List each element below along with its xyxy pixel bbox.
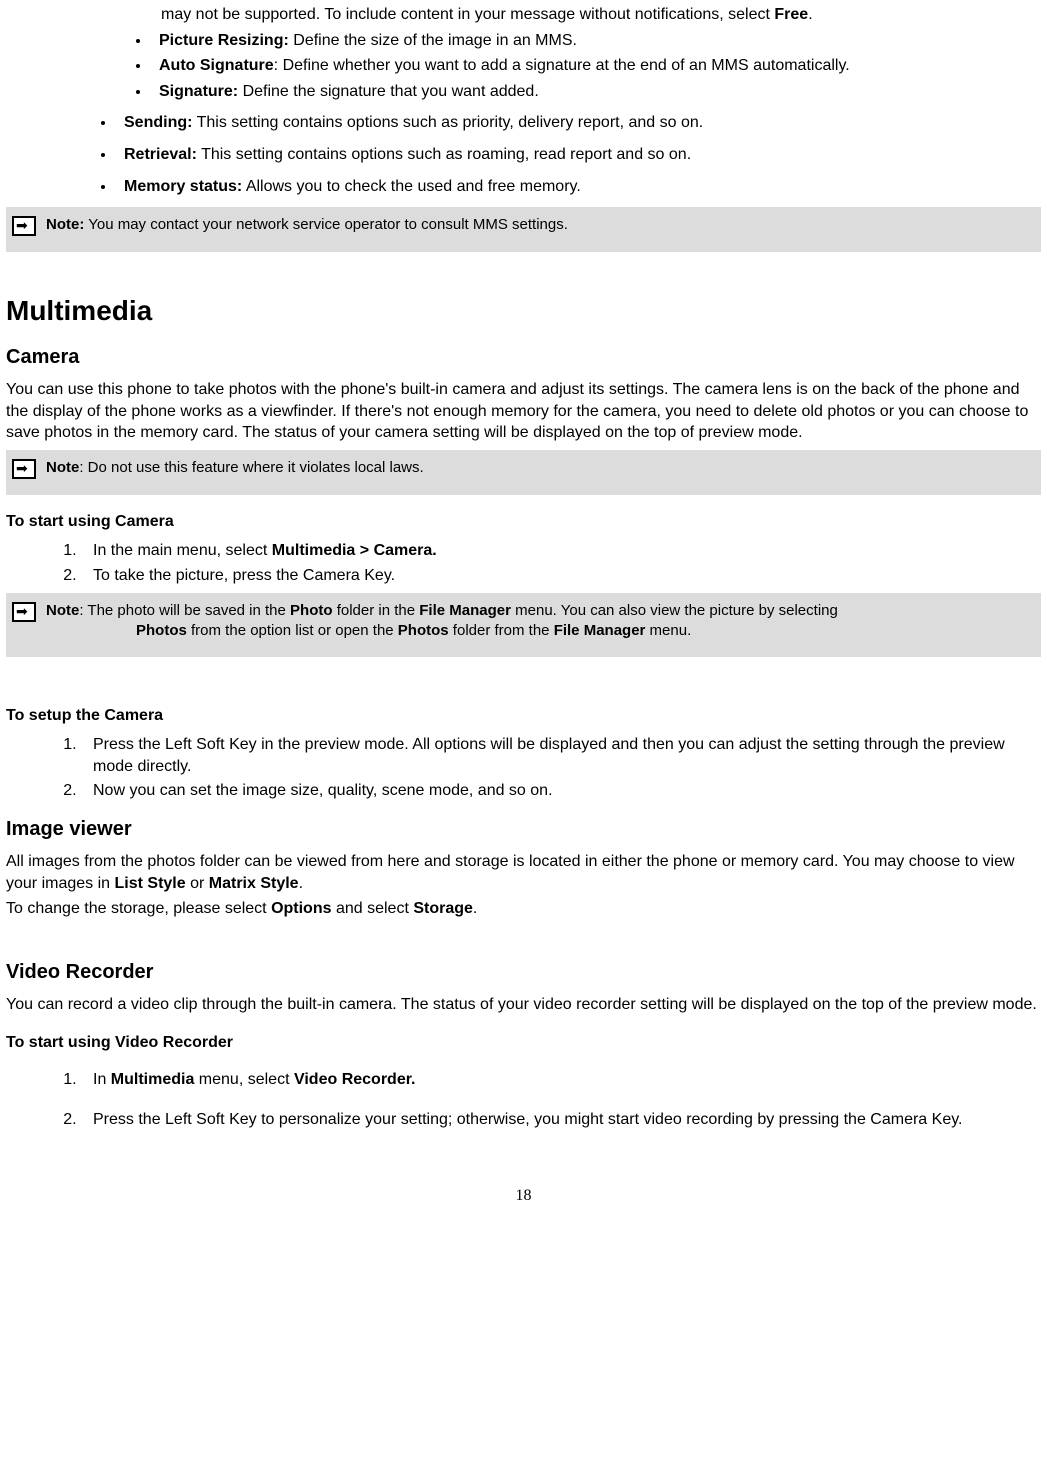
list-item: Press the Left Soft Key in the preview m… xyxy=(81,734,1041,777)
setup-camera-steps: Press the Left Soft Key in the preview m… xyxy=(6,734,1041,802)
note-box: Note: The photo will be saved in the Pho… xyxy=(6,593,1041,658)
note-text: Note: You may contact your network servi… xyxy=(46,215,1035,235)
image-viewer-paragraph-1: All images from the photos folder can be… xyxy=(6,851,1041,894)
bullet-label: Picture Resizing: xyxy=(159,32,289,49)
note-body: : Do not use this feature where it viola… xyxy=(79,459,423,476)
note-label: Note xyxy=(46,602,79,619)
bullet-label: Retrieval: xyxy=(124,146,197,163)
bullet-text: Define the signature that you want added… xyxy=(238,83,539,100)
orphan-bold: Free xyxy=(774,6,808,23)
orphan-line: may not be supported. To include content… xyxy=(161,4,1041,26)
list-item: Sending: This setting contains options s… xyxy=(116,112,1041,134)
bullet-text: This setting contains options such as pr… xyxy=(192,114,703,131)
list-item: To take the picture, press the Camera Ke… xyxy=(81,565,1041,587)
heading-setup-camera: To setup the Camera xyxy=(6,705,1041,727)
note-label: Note: xyxy=(46,216,84,233)
bullet-label: Sending: xyxy=(124,114,192,131)
camera-paragraph: You can use this phone to take photos wi… xyxy=(6,379,1041,444)
image-viewer-paragraph-2: To change the storage, please select Opt… xyxy=(6,898,1041,920)
start-camera-steps: In the main menu, select Multimedia > Ca… xyxy=(6,540,1041,586)
list-item: Signature: Define the signature that you… xyxy=(151,81,1041,103)
heading-video-recorder: Video Recorder xyxy=(6,959,1041,986)
step-text: Now you can set the image size, quality,… xyxy=(93,782,553,799)
heading-camera: Camera xyxy=(6,344,1041,371)
note-icon xyxy=(12,602,36,622)
bullet-label: Memory status: xyxy=(124,178,242,195)
heading-start-camera: To start using Camera xyxy=(6,511,1041,533)
note-icon xyxy=(12,459,36,479)
bullet-text: : Define whether you want to add a signa… xyxy=(274,57,850,74)
orphan-tail: . xyxy=(808,6,812,23)
step-bold: Multimedia > Camera. xyxy=(272,542,437,559)
list-item: Memory status: Allows you to check the u… xyxy=(116,176,1041,198)
step-text: In the main menu, select xyxy=(93,542,272,559)
list-item: In Multimedia menu, select Video Recorde… xyxy=(81,1066,1041,1095)
heading-image-viewer: Image viewer xyxy=(6,816,1041,843)
note-text: Note: Do not use this feature where it v… xyxy=(46,458,1035,478)
list-item: In the main menu, select Multimedia > Ca… xyxy=(81,540,1041,562)
video-recorder-paragraph: You can record a video clip through the … xyxy=(6,994,1041,1016)
note-box: Note: Do not use this feature where it v… xyxy=(6,450,1041,495)
page-number: 18 xyxy=(6,1185,1041,1207)
start-video-steps: In Multimedia menu, select Video Recorde… xyxy=(6,1066,1041,1136)
bullet-text: Allows you to check the used and free me… xyxy=(242,178,581,195)
bullet-text: Define the size of the image in an MMS. xyxy=(289,32,577,49)
list-item: Auto Signature: Define whether you want … xyxy=(151,55,1041,77)
note-text: Note: The photo will be saved in the Pho… xyxy=(46,601,1035,642)
list-item: Press the Left Soft Key to personalize y… xyxy=(81,1106,1041,1135)
heading-start-video: To start using Video Recorder xyxy=(6,1032,1041,1054)
list-item: Retrieval: This setting contains options… xyxy=(116,144,1041,166)
note-box: Note: You may contact your network servi… xyxy=(6,207,1041,252)
bullet-text: This setting contains options such as ro… xyxy=(197,146,691,163)
outer-bullet-list: Sending: This setting contains options s… xyxy=(6,112,1041,197)
note-label: Note xyxy=(46,459,79,476)
step-text: To take the picture, press the Camera Ke… xyxy=(93,567,395,584)
list-item: Picture Resizing: Define the size of the… xyxy=(151,30,1041,52)
note-icon xyxy=(12,216,36,236)
bullet-label: Auto Signature xyxy=(159,57,274,74)
heading-multimedia: Multimedia xyxy=(6,292,1041,330)
inner-bullet-list: Picture Resizing: Define the size of the… xyxy=(6,30,1041,103)
bullet-label: Signature: xyxy=(159,83,238,100)
step-text: Press the Left Soft Key to personalize y… xyxy=(93,1111,962,1128)
step-text: Press the Left Soft Key in the preview m… xyxy=(93,736,1005,775)
list-item: Now you can set the image size, quality,… xyxy=(81,780,1041,802)
orphan-text: may not be supported. To include content… xyxy=(161,6,774,23)
note-body: You may contact your network service ope… xyxy=(84,216,568,233)
